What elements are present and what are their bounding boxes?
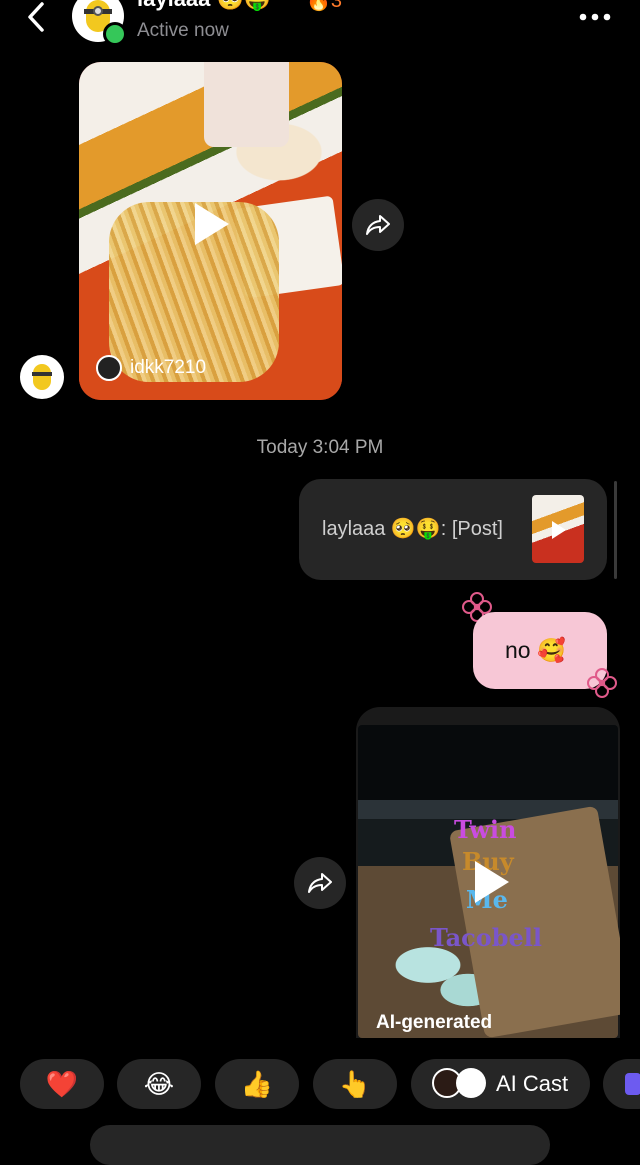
play-icon[interactable] [193,201,231,247]
react-thumbs-up-button[interactable]: 👍 [215,1059,299,1109]
ai-cast-label: AI Cast [496,1071,569,1096]
contact-name[interactable]: laylaaa 🥺🤑 [137,0,271,12]
back-chevron-icon[interactable] [22,0,52,34]
game-controller-icon [625,1073,640,1095]
minion-avatar-image [32,364,52,390]
shared-post-text: laylaaa 🥺🤑: [Post] [322,518,503,540]
creator-username: idkk7210 [130,357,207,378]
video-overlay-text: Tacobell [430,923,543,952]
video-overlay-text: Twin [454,815,517,844]
ai-cast-avatar [456,1068,486,1098]
share-arrow-icon [308,873,332,893]
streak-indicator: 🔥3 [306,0,343,12]
react-point-up-button[interactable]: 👆 [313,1059,397,1109]
play-icon[interactable] [473,859,511,905]
play-icon [552,521,566,539]
share-arrow-icon [366,215,390,235]
message-composer[interactable] [90,1125,550,1165]
share-button[interactable] [294,857,346,909]
sender-avatar[interactable] [20,355,64,399]
message-timestamp: Today 3:04 PM [256,437,384,458]
scroll-indicator [614,481,617,579]
react-laugh-button[interactable]: 😂 [117,1059,201,1109]
thumbnail-detail [204,62,289,147]
flower-decoration-icon [587,668,617,698]
creator-avatar [96,355,122,381]
video-credit[interactable]: idkk7210 [96,354,206,382]
ai-generated-label: AI-generated [376,1012,493,1033]
outgoing-text: no 🥰 [505,637,566,663]
more-options-icon[interactable] [578,10,612,24]
react-heart-button[interactable]: ❤️ [20,1059,104,1109]
activity-status: Active now [137,20,229,41]
post-thumbnail[interactable] [532,495,584,563]
share-button[interactable] [352,199,404,251]
online-status-dot [103,22,127,46]
